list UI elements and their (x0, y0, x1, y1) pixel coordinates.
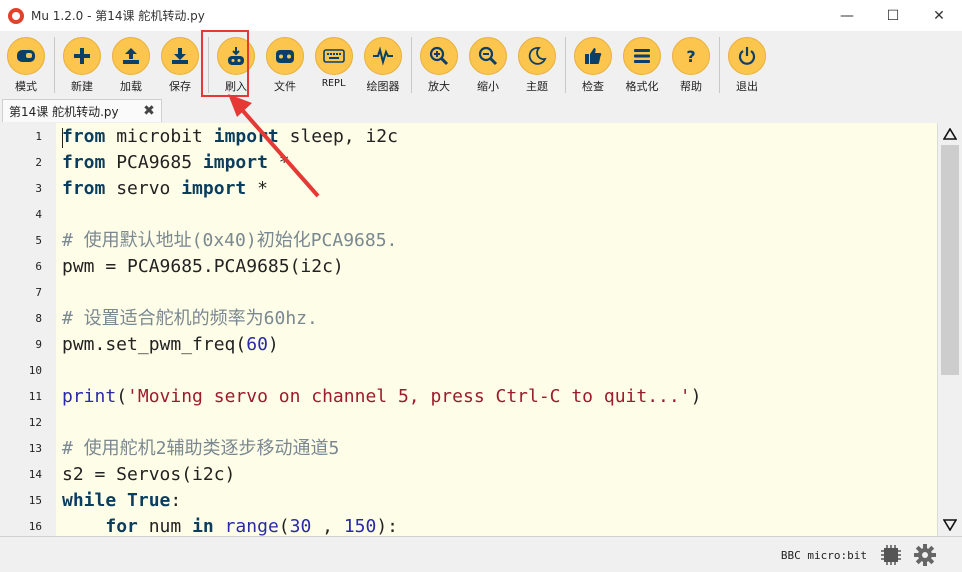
gear-icon[interactable] (913, 543, 937, 567)
load-button[interactable]: 加载 (107, 31, 155, 97)
minimize-button[interactable]: — (824, 0, 870, 31)
window-controls: — ☐ ✕ (824, 0, 962, 31)
close-button[interactable]: ✕ (916, 0, 962, 31)
new-button[interactable]: 新建 (58, 31, 106, 97)
scroll-thumb[interactable] (941, 145, 959, 375)
save-icon (172, 48, 188, 64)
tab-file[interactable]: 第14课 舵机转动.py ✖ (2, 99, 162, 122)
line-number-gutter: 1 2 3 4 5 6 7 8 9 10 11 12 13 14 15 16 (0, 123, 56, 536)
theme-icon (528, 47, 547, 65)
code-line: # 设置适合舵机的频率为60hz. (62, 308, 318, 329)
text-cursor (62, 128, 63, 148)
tab-label: 第14课 舵机转动.py (9, 104, 119, 119)
plotter-icon (373, 46, 393, 66)
zoom-out-icon (478, 46, 498, 66)
load-icon (123, 48, 139, 64)
quit-button[interactable]: 退出 (723, 31, 771, 97)
toolbar-divider (54, 37, 55, 93)
line-number: 14 (28, 468, 42, 481)
tidy-icon (634, 49, 650, 63)
line-number: 16 (28, 520, 42, 533)
quit-icon (738, 47, 756, 65)
title-bar: Mu 1.2.0 - 第14课 舵机转动.py — ☐ ✕ (0, 0, 962, 31)
files-icon (276, 50, 294, 63)
line-number: 6 (35, 260, 42, 273)
files-button[interactable]: 文件 (261, 31, 309, 97)
mode-label[interactable]: BBC micro:bit (781, 549, 867, 562)
scroll-up-icon[interactable] (941, 125, 959, 143)
save-button[interactable]: 保存 (156, 31, 204, 97)
tab-bar: 第14课 舵机转动.py ✖ (0, 98, 962, 123)
code-line: from microbit import sleep, i2c (62, 126, 398, 147)
line-number: 8 (35, 312, 42, 325)
zoom-in-button[interactable]: 放大 (415, 31, 463, 97)
repl-button[interactable]: REPL (310, 31, 358, 97)
code-line: while True: (62, 490, 182, 511)
check-button[interactable]: 检查 (569, 31, 617, 97)
code-line: pwm.set_pwm_freq(60) (62, 334, 279, 355)
maximize-button[interactable]: ☐ (870, 0, 916, 31)
code-line: # 使用舵机2辅助类逐步移动通道5 (62, 438, 340, 459)
plotter-button[interactable]: 绘图器 (359, 31, 407, 97)
help-button[interactable]: ? 帮助 (667, 31, 715, 97)
window-title: Mu 1.2.0 - 第14课 舵机转动.py (31, 9, 205, 23)
status-bar: BBC micro:bit (0, 536, 962, 572)
tab-close-icon[interactable]: ✖ (141, 103, 157, 119)
check-icon (585, 48, 602, 64)
line-number: 11 (28, 390, 42, 403)
line-number: 7 (35, 286, 42, 299)
line-number: 12 (28, 416, 42, 429)
scroll-down-icon[interactable] (941, 516, 959, 534)
code-line: s2 = Servos(i2c) (62, 464, 236, 485)
toolbar-divider (565, 37, 566, 93)
code-line: pwm = PCA9685.PCA9685(i2c) (62, 256, 344, 277)
flash-highlight-box (201, 30, 249, 97)
mu-editor-window: Mu 1.2.0 - 第14课 舵机转动.py — ☐ ✕ 模式 新建 加载 保… (0, 0, 962, 572)
code-line: from servo import * (62, 178, 268, 199)
mu-app-icon (8, 7, 24, 24)
tidy-button[interactable]: 格式化 (618, 31, 666, 97)
chip-icon[interactable] (880, 544, 902, 566)
line-number: 4 (35, 208, 42, 221)
line-number: 1 (35, 130, 42, 143)
line-number: 3 (35, 182, 42, 195)
code-line: print('Moving servo on channel 5, press … (62, 386, 702, 407)
toolbar-divider (719, 37, 720, 93)
help-icon: ? (686, 47, 695, 66)
line-number: 2 (35, 156, 42, 169)
code-line: for num in range(30 , 150): (105, 516, 399, 536)
svg-text:?: ? (686, 47, 695, 66)
keyboard-icon (323, 49, 345, 63)
toolbar: 模式 新建 加载 保存 刷入 文件 REPL 绘图器 放大 缩小 主题 检查 格… (0, 31, 962, 98)
code-editor[interactable]: 1 2 3 4 5 6 7 8 9 10 11 12 13 14 15 16 f… (0, 123, 962, 536)
zoom-out-button[interactable]: 缩小 (464, 31, 512, 97)
theme-button[interactable]: 主题 (513, 31, 561, 97)
vertical-scrollbar[interactable] (937, 123, 962, 536)
new-icon (74, 48, 90, 64)
line-number: 13 (28, 442, 42, 455)
mode-icon (17, 50, 35, 62)
code-text-area[interactable]: from microbit import sleep, i2c from PCA… (56, 123, 936, 536)
toolbar-divider (411, 37, 412, 93)
mode-button[interactable]: 模式 (2, 31, 50, 97)
line-number: 9 (35, 338, 42, 351)
line-number: 15 (28, 494, 42, 507)
line-number: 5 (35, 234, 42, 247)
zoom-in-icon (429, 46, 449, 66)
code-line: # 使用默认地址(0x40)初始化PCA9685. (62, 230, 398, 251)
line-number: 10 (28, 364, 42, 377)
code-line: from PCA9685 import * (62, 152, 290, 173)
